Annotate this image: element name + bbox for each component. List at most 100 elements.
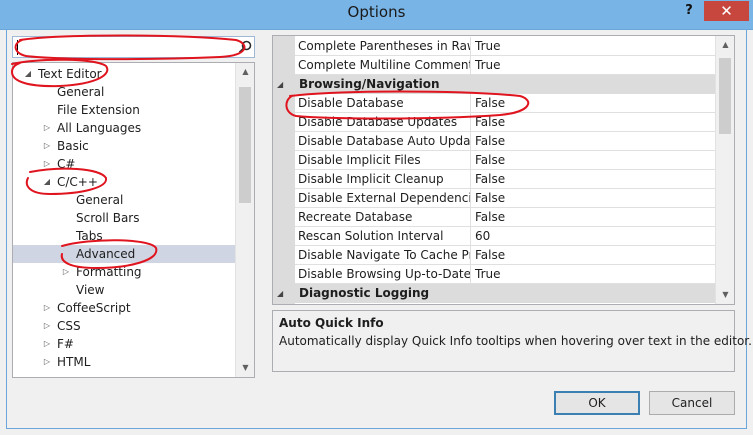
tree-item[interactable]: ▷ HTML [13, 353, 235, 371]
tree-item[interactable]: ◢ C/C++ [13, 173, 235, 191]
tree-item[interactable]: Scroll Bars [13, 209, 235, 227]
tree-item[interactable]: General [13, 191, 235, 209]
property-name: Disable Database [295, 94, 471, 112]
property-value[interactable]: False [472, 246, 712, 264]
property-value[interactable]: False [472, 170, 712, 188]
expanded-arrow-icon[interactable]: ◢ [41, 173, 53, 191]
property-name: Complete Multiline Comments [295, 56, 471, 74]
expanded-arrow-icon[interactable]: ◢ [277, 75, 291, 94]
tree-item[interactable]: ▷ C# [13, 155, 235, 173]
collapsed-arrow-icon[interactable]: ▷ [41, 155, 53, 173]
tree-item[interactable]: ▷ CoffeeScript [13, 299, 235, 317]
collapsed-arrow-icon[interactable]: ▷ [60, 263, 72, 281]
collapsed-arrow-icon[interactable]: ▷ [41, 299, 53, 317]
property-name: Rescan Solution Interval [295, 227, 471, 245]
description-title: Auto Quick Info [279, 316, 384, 330]
scroll-thumb[interactable] [239, 87, 251, 203]
property-name: Disable External Dependencies Fo [295, 189, 471, 207]
tree-item-label: General [57, 85, 105, 99]
property-name: Disable Database Auto Updates [295, 132, 471, 150]
tree-item[interactable]: File Extension [13, 101, 235, 119]
collapsed-arrow-icon[interactable]: ▷ [41, 317, 53, 335]
collapsed-arrow-icon[interactable]: ▷ [41, 137, 53, 155]
tree-item-label: File Extension [57, 103, 140, 117]
property-value[interactable]: False [472, 189, 712, 207]
scroll-thumb[interactable] [719, 58, 731, 134]
property-value[interactable]: 60 [472, 227, 712, 245]
property-name: Disable Database Updates [295, 113, 471, 131]
property-name: Disable Implicit Cleanup [295, 170, 471, 188]
search-input[interactable] [17, 39, 227, 55]
tree-item-label: Text Editor [38, 67, 102, 81]
property-value[interactable]: True [472, 37, 712, 55]
property-grid[interactable]: Complete Parentheses in Raw StTrueComple… [272, 35, 735, 305]
tree-item-label: C# [57, 157, 76, 171]
tree-item-label: C/C++ [57, 175, 98, 189]
property-value[interactable]: False [472, 151, 712, 169]
scroll-down-arrow-icon[interactable]: ▼ [236, 359, 254, 377]
grid-category-label: Diagnostic Logging [299, 286, 430, 300]
scroll-up-arrow-icon[interactable]: ▲ [716, 36, 734, 54]
tree-item[interactable]: ▷ All Languages [13, 119, 235, 137]
property-name: Disable Navigate To Cache Prelo [295, 246, 471, 264]
text-caret [17, 40, 18, 55]
tree-item-label: Scroll Bars [76, 211, 140, 225]
grid-property-row[interactable]: Disable External Dependencies FoFalse [295, 189, 715, 208]
grid-property-row[interactable]: Disable Implicit Files False [295, 151, 715, 170]
grid-category[interactable]: ◢ Browsing/Navigation [273, 75, 715, 94]
expanded-arrow-icon[interactable]: ◢ [277, 284, 291, 303]
cancel-button[interactable]: Cancel [649, 391, 735, 415]
grid-property-row[interactable]: Complete Parentheses in Raw StTrue [295, 37, 715, 56]
help-button[interactable]: ? [677, 1, 701, 21]
property-value[interactable]: False [472, 208, 712, 226]
tree-item-label: Tabs [76, 229, 103, 243]
property-value[interactable]: False [472, 113, 712, 131]
collapsed-arrow-icon[interactable]: ▷ [41, 353, 53, 371]
property-value[interactable]: True [472, 56, 712, 74]
property-value[interactable]: False [472, 94, 712, 112]
tree-item[interactable]: ▷ F# [13, 335, 235, 353]
tree-item[interactable]: ▷ CSS [13, 317, 235, 335]
property-value[interactable]: True [472, 265, 712, 283]
tree-item[interactable]: General [13, 83, 235, 101]
grid-property-row[interactable]: Disable Database Auto Updates False [295, 132, 715, 151]
grid-property-row[interactable]: Disable Database False [295, 94, 715, 113]
close-button[interactable]: ✕ [704, 1, 749, 21]
property-value[interactable]: False [472, 132, 712, 150]
tree-item[interactable]: Tabs [13, 227, 235, 245]
property-name: Complete Parentheses in Raw St [295, 37, 471, 55]
tree-item[interactable]: View [13, 281, 235, 299]
tree-item[interactable]: ◢ Text Editor [13, 65, 235, 83]
tree-item[interactable]: ▷ Formatting [13, 263, 235, 281]
scroll-up-arrow-icon[interactable]: ▲ [236, 63, 254, 81]
tree-item-label: Advanced [76, 247, 136, 261]
grid-scrollbar[interactable]: ▲ ▼ [715, 36, 734, 304]
search-icon[interactable] [237, 39, 253, 55]
options-tree[interactable]: ◢ Text Editor General File Extension ▷ All La… [12, 62, 255, 378]
tree-item[interactable]: ▷ Basic [13, 137, 235, 155]
tree-item-label: HTML [57, 355, 91, 369]
tree-item-label: F# [57, 337, 74, 351]
collapsed-arrow-icon[interactable]: ▷ [41, 119, 53, 137]
property-name: Recreate Database [295, 208, 471, 226]
grid-property-row[interactable]: Recreate Database False [295, 208, 715, 227]
search-box[interactable] [12, 36, 255, 58]
tree-item-label: CoffeeScript [57, 301, 131, 315]
tree-item-label: All Languages [57, 121, 142, 135]
tree-scrollbar[interactable]: ▲ ▼ [235, 63, 254, 377]
scroll-down-arrow-icon[interactable]: ▼ [716, 286, 734, 304]
ok-button[interactable]: OK [554, 391, 640, 415]
grid-property-row[interactable]: Disable Implicit Cleanup False [295, 170, 715, 189]
grid-category[interactable]: ◢ Diagnostic Logging [273, 284, 715, 303]
grid-property-row[interactable]: Rescan Solution Interval 60 [295, 227, 715, 246]
property-name: Disable Browsing Up-to-Date Ch [295, 265, 471, 283]
grid-property-row[interactable]: Disable Navigate To Cache PreloFalse [295, 246, 715, 265]
grid-property-row[interactable]: Disable Browsing Up-to-Date ChTrue [295, 265, 715, 284]
tree-item[interactable]: Advanced [13, 245, 235, 263]
grid-property-row[interactable]: Disable Database Updates False [295, 113, 715, 132]
tree-item-label: Basic [57, 139, 89, 153]
grid-property-row[interactable]: Complete Multiline Comments True [295, 56, 715, 75]
collapsed-arrow-icon[interactable]: ▷ [41, 335, 53, 353]
description-panel: Auto Quick Info Automatically display Qu… [272, 310, 752, 372]
expanded-arrow-icon[interactable]: ◢ [22, 65, 34, 83]
